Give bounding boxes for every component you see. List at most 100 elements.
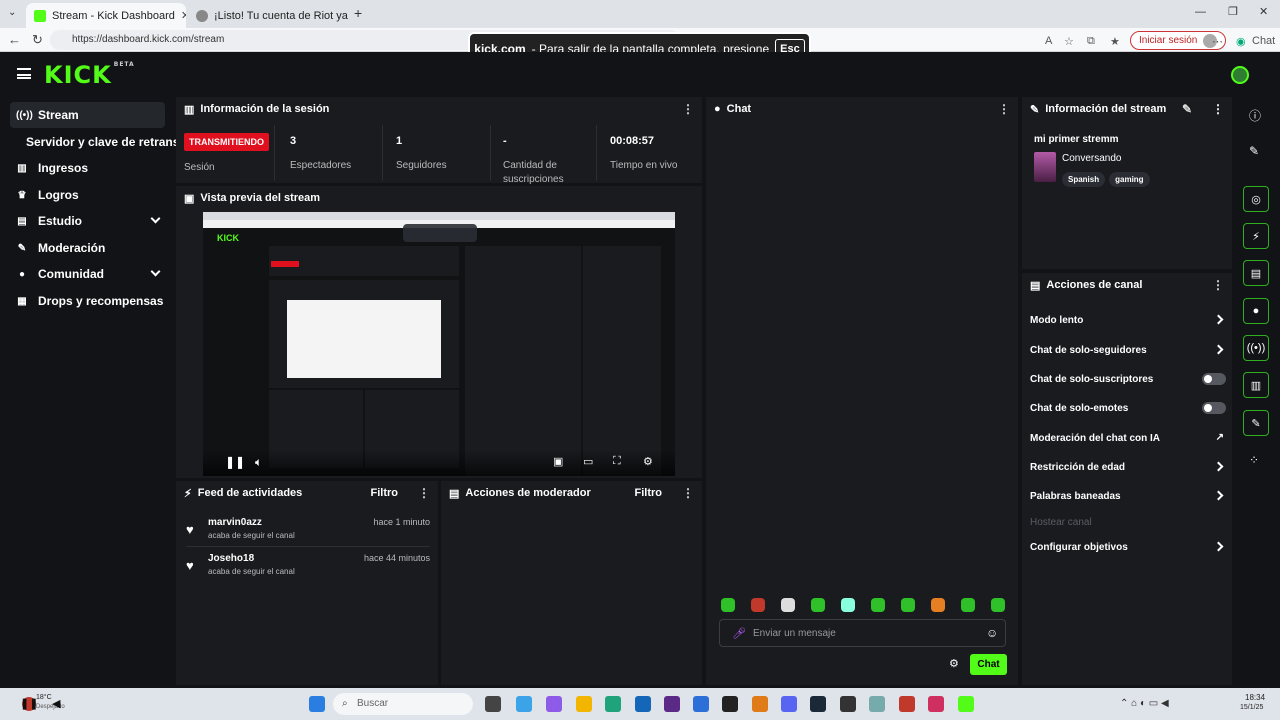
app-icon[interactable] <box>693 696 709 712</box>
file-explorer-icon[interactable] <box>576 696 592 712</box>
copilot-chat-label[interactable]: Chat <box>1252 35 1275 47</box>
theater-mode-icon[interactable]: ▭ <box>583 455 593 468</box>
user-avatar[interactable] <box>1231 66 1249 84</box>
hamburger-menu-icon[interactable] <box>17 68 31 79</box>
app-icon[interactable] <box>546 696 562 712</box>
sidebar-item-ingresos[interactable]: ▥ Ingresos <box>10 155 165 181</box>
action-followers-only[interactable]: Chat de solo-seguidores <box>1030 340 1226 360</box>
task-view-icon[interactable] <box>485 696 501 712</box>
volume-icon[interactable]: 🔈︎ <box>255 455 262 470</box>
emote-icon[interactable] <box>991 598 1005 612</box>
kick-logo[interactable]: KICK BETA <box>44 61 135 89</box>
app-icon[interactable] <box>928 696 944 712</box>
fullscreen-icon[interactable]: ⛶ <box>613 455 621 468</box>
reload-icon[interactable]: ↻ <box>32 32 43 48</box>
app-icon[interactable] <box>899 696 915 712</box>
settings-icon[interactable]: ⚙ <box>643 455 653 468</box>
sidebar-item-moderacion[interactable]: ✎ Moderación <box>10 235 165 261</box>
rail-more-icon[interactable]: ⁘ <box>1249 453 1259 467</box>
follower-name[interactable]: marvin0azz <box>208 517 262 528</box>
info-icon[interactable]: ⓘ <box>1249 107 1261 124</box>
emote-icon[interactable] <box>841 598 855 612</box>
action-banned-words[interactable]: Palabras baneadas <box>1030 486 1226 506</box>
sidebar-item-stream[interactable]: ((•)) Stream <box>10 102 165 128</box>
sidebar-item-logros[interactable]: ♛ Logros <box>10 182 165 208</box>
stream-category[interactable]: Conversando <box>1062 153 1121 164</box>
stream-preview-video[interactable]: KICK ❚❚ 🔈︎ ▣ ▭ ⛶ ⚙ <box>203 212 675 476</box>
emote-icon[interactable] <box>931 598 945 612</box>
extensions-icon[interactable]: ⧉ <box>1087 35 1095 48</box>
emote-icon[interactable] <box>751 598 765 612</box>
sidebar-item-drops[interactable]: ▦ Drops y recompensas <box>10 288 165 314</box>
media-pause-icon[interactable]: ❚❚ <box>20 697 38 710</box>
action-configure-goals[interactable]: Configurar objetivos <box>1030 537 1226 557</box>
favorite-star-icon[interactable]: ☆ <box>1064 35 1074 48</box>
read-aloud-icon[interactable]: A <box>1045 35 1052 47</box>
filter-button[interactable]: Filtro <box>371 487 399 499</box>
sidebar-item-server-key[interactable]: Servidor y clave de retransm <box>10 129 190 155</box>
rail-document-icon[interactable]: ▤ <box>1243 260 1269 286</box>
tab-list-icon[interactable]: ⌄ <box>8 7 16 18</box>
rail-panels-icon[interactable]: ▥ <box>1243 372 1269 398</box>
window-close-icon[interactable]: ✕ <box>1259 5 1268 18</box>
rail-wrench-icon[interactable]: ✎ <box>1243 410 1269 436</box>
emote-icon[interactable] <box>781 598 795 612</box>
emote-icon[interactable] <box>811 598 825 612</box>
windows-start-icon[interactable] <box>309 696 325 712</box>
emote-icon[interactable] <box>721 598 735 612</box>
emotes-only-toggle[interactable] <box>1202 402 1226 414</box>
clock-date[interactable]: 15/1/25 <box>1240 704 1263 711</box>
tab-riot[interactable]: ¡Listo! Tu cuenta de Riot ya está c ✕ <box>188 3 348 28</box>
clock-time[interactable]: 18:34 <box>1245 693 1265 702</box>
emote-icon[interactable] <box>961 598 975 612</box>
favorites-icon[interactable]: ★ <box>1110 35 1120 48</box>
rail-lightning-icon[interactable]: ⚡︎ <box>1243 223 1269 249</box>
emote-icon[interactable] <box>901 598 915 612</box>
sidebar-item-estudio[interactable]: ▤ Estudio <box>10 208 165 234</box>
back-icon[interactable]: ← <box>8 32 21 47</box>
edit-icon[interactable]: ✎ <box>1182 102 1192 116</box>
edge-icon[interactable] <box>605 696 621 712</box>
app-icon[interactable] <box>869 696 885 712</box>
kebab-menu-icon[interactable]: ⋮ <box>682 486 694 500</box>
tray-icons[interactable]: ⌃ ⌂ ◐ ▭ ◀︎ <box>1120 698 1169 709</box>
rail-camera-icon[interactable]: ◎ <box>1243 186 1269 212</box>
chat-settings-icon[interactable]: ⚙ <box>949 657 959 670</box>
minimize-icon[interactable]: — <box>1195 6 1206 18</box>
rail-chat-icon[interactable]: ● <box>1243 298 1269 324</box>
chat-message-input[interactable]: 🎤︎ Enviar un mensaje ☺ <box>719 619 1006 647</box>
kebab-menu-icon[interactable]: ⋮ <box>682 102 694 116</box>
emoji-icon[interactable]: ☺ <box>986 626 998 640</box>
obs-icon[interactable] <box>840 696 856 712</box>
tab-kick-dashboard[interactable]: Stream - Kick Dashboard ✕ <box>26 3 186 28</box>
discord-icon[interactable] <box>781 696 797 712</box>
speaker-icon[interactable]: ◀︎ <box>52 697 60 710</box>
emote-icon[interactable] <box>871 598 885 612</box>
microphone-icon[interactable]: 🎤︎ <box>732 627 746 640</box>
taskbar-search[interactable]: ⌕ Buscar <box>333 693 473 715</box>
store-icon[interactable] <box>635 696 651 712</box>
subscribers-only-toggle[interactable] <box>1202 373 1226 385</box>
clip-icon[interactable]: ▣ <box>553 455 563 468</box>
kebab-menu-icon[interactable]: ⋮ <box>998 102 1010 116</box>
edit-icon[interactable]: ✎ <box>1249 144 1259 158</box>
restore-icon[interactable]: ❐ <box>1228 5 1238 18</box>
app-icon[interactable] <box>516 696 532 712</box>
chatgpt-icon[interactable] <box>722 696 738 712</box>
more-menu-icon[interactable]: ⋯ <box>1212 35 1223 48</box>
action-ai-moderation[interactable]: Moderación del chat con IA ↗ <box>1030 428 1226 448</box>
steam-icon[interactable] <box>810 696 826 712</box>
rail-broadcast-icon[interactable]: ((•)) <box>1243 335 1269 361</box>
sidebar-item-comunidad[interactable]: ● Comunidad <box>10 261 165 287</box>
app-icon[interactable] <box>752 696 768 712</box>
kebab-menu-icon[interactable]: ⋮ <box>1212 278 1224 292</box>
close-tab-icon[interactable]: ✕ <box>181 9 186 22</box>
app-icon[interactable] <box>664 696 680 712</box>
action-slow-mode[interactable]: Modo lento <box>1030 310 1226 330</box>
new-tab-icon[interactable]: + <box>354 5 362 21</box>
copilot-icon[interactable]: ◉ <box>1236 35 1246 48</box>
kebab-menu-icon[interactable]: ⋮ <box>1212 102 1224 116</box>
kick-taskbar-icon[interactable] <box>958 696 974 712</box>
send-chat-button[interactable]: Chat <box>970 654 1007 675</box>
filter-button[interactable]: Filtro <box>635 487 663 499</box>
